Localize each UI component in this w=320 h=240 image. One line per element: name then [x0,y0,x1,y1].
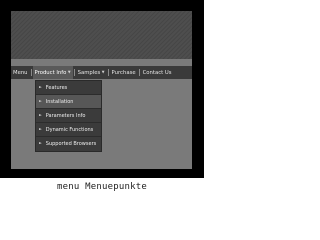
caption-text: menu Menuepunkte [57,182,147,192]
menubar-item-label: Purchase [111,69,136,76]
menubar-item-samples[interactable]: Samples ▼ [76,66,107,79]
menubar-item-label: Samples [77,69,101,76]
menubar-separator [107,69,109,76]
submenu-item-features[interactable]: ► Features [36,81,101,95]
chevron-right-icon: ► [39,141,42,146]
menubar-separator [138,69,140,76]
menubar-item-product-info[interactable]: Product Info ▼ [32,66,73,79]
menubar-separator [30,69,32,76]
submenu-item-parameters-info[interactable]: ► Parameters Info [36,109,101,123]
submenu-item-label: Parameters Info [45,112,86,119]
menubar-item-label: Contact Us [142,69,172,76]
submenu-item-installation[interactable]: ► Installation [36,95,101,109]
chevron-down-icon: ▼ [67,69,71,74]
chevron-down-icon: ▼ [101,69,105,74]
chevron-right-icon: ► [39,84,42,89]
header-band [11,11,192,59]
submenu-item-supported-browsers[interactable]: ► Supported Browsers [36,137,101,151]
menubar-item-contact-us[interactable]: Contact Us [141,66,174,79]
submenu-item-label: Features [45,84,68,91]
product-info-submenu: ► Features ► Installation ► Parameters I… [35,80,102,152]
submenu-item-label: Supported Browsers [45,141,97,147]
demo-panel: Menu Product Info ▼ Samples ▼ Purchase C… [11,11,192,169]
menubar-item-menu[interactable]: Menu [11,66,30,79]
menubar-separator [73,69,75,76]
chevron-right-icon: ► [39,98,42,103]
submenu-item-label: Installation [45,98,74,105]
chevron-right-icon: ► [39,112,42,117]
demo-frame: Menu Product Info ▼ Samples ▼ Purchase C… [0,0,204,178]
top-menubar: Menu Product Info ▼ Samples ▼ Purchase C… [11,66,192,79]
chevron-right-icon: ► [39,126,42,131]
menubar-item-purchase[interactable]: Purchase [110,66,138,79]
menubar-item-label: Product Info [34,69,67,76]
submenu-item-label: Dynamic Functions [45,126,94,133]
menubar-item-label: Menu [13,69,28,76]
submenu-item-dynamic-functions[interactable]: ► Dynamic Functions [36,123,101,137]
